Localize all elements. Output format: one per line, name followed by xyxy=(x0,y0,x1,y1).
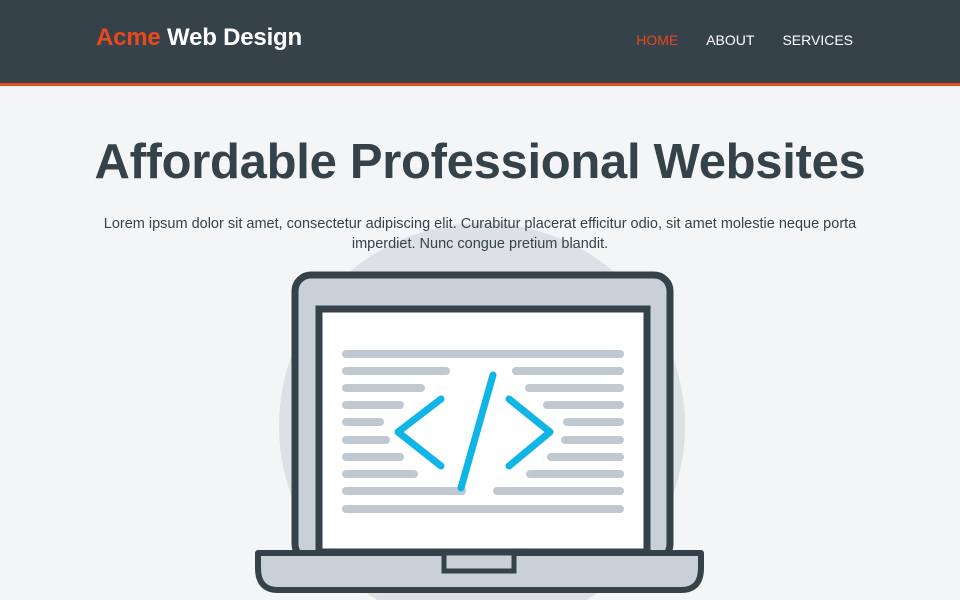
main-nav: HOME ABOUT SERVICES xyxy=(636,32,853,48)
nav-home-link[interactable]: HOME xyxy=(636,32,678,48)
site-header: Acme Web Design HOME ABOUT SERVICES xyxy=(0,0,960,86)
laptop-notch xyxy=(441,550,517,574)
laptop-screen xyxy=(315,305,651,556)
showcase-text: Lorem ipsum dolor sit amet, consectetur … xyxy=(103,216,857,252)
showcase: Affordable Professional Websites Lorem i… xyxy=(0,86,960,600)
showcase-title: Affordable Professional Websites xyxy=(94,135,866,189)
nav-services-link[interactable]: SERVICES xyxy=(782,32,853,48)
brand-name: Web Design xyxy=(160,24,302,51)
nav-about-link[interactable]: ABOUT xyxy=(706,32,754,48)
brand-logo[interactable]: Acme Web Design xyxy=(96,24,302,52)
brand-highlight: Acme xyxy=(96,24,161,51)
